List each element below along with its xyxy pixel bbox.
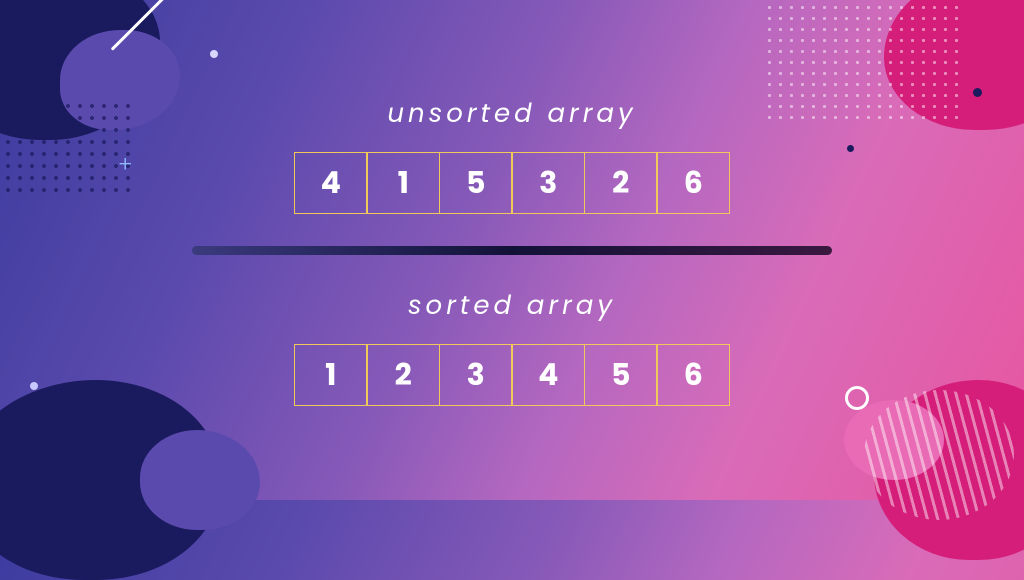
sorted-label: sorted array (408, 287, 616, 326)
sorted-array: 1 2 3 4 5 6 (294, 344, 731, 406)
decor-dots-top-left (0, 100, 130, 200)
array-cell: 2 (584, 152, 658, 214)
array-cell: 3 (439, 344, 513, 406)
plus-icon: + (118, 148, 132, 181)
decor-stripes-bottom-right (864, 390, 1014, 520)
unsorted-label: unsorted array (387, 95, 636, 134)
divider (192, 246, 832, 255)
array-cell: 4 (294, 152, 368, 214)
array-cell: 3 (511, 152, 585, 214)
array-cell: 5 (584, 344, 658, 406)
array-cell: 4 (511, 344, 585, 406)
array-cell: 6 (656, 344, 730, 406)
array-cell: 1 (294, 344, 368, 406)
array-cell: 5 (439, 152, 513, 214)
array-cell: 1 (366, 152, 440, 214)
diagram-content: unsorted array 4 1 5 3 2 6 sorted array … (192, 95, 832, 406)
decor-dot (847, 145, 854, 152)
decor-dot (210, 50, 218, 58)
decor-dot (973, 88, 982, 97)
decor-dot (30, 382, 38, 390)
unsorted-array: 4 1 5 3 2 6 (294, 152, 731, 214)
array-cell: 6 (656, 152, 730, 214)
decor-blob-bottom-left-inner (140, 430, 260, 530)
array-cell: 2 (366, 344, 440, 406)
decor-circle-outline (845, 386, 869, 410)
